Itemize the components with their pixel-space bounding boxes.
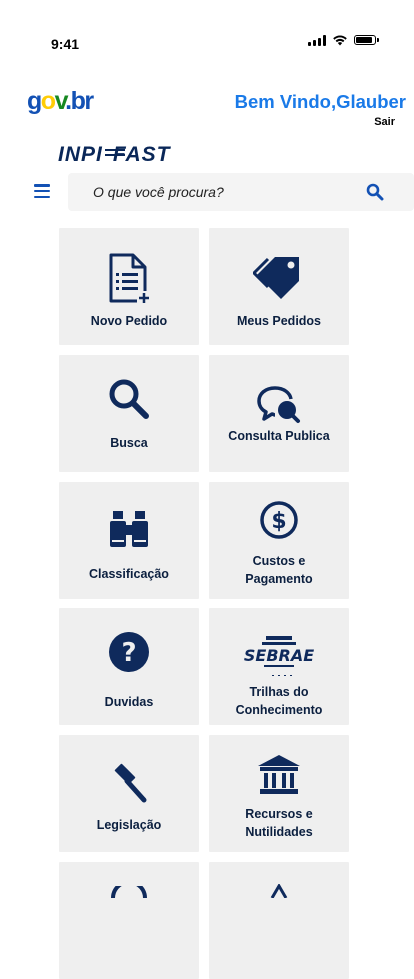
tile-label: Busca xyxy=(110,436,148,450)
tile-label-line1: Trilhas do xyxy=(249,685,309,699)
tile-partial-left[interactable] xyxy=(59,862,199,979)
svg-text:$: $ xyxy=(271,509,286,534)
status-time: 9:41 xyxy=(51,36,80,52)
welcome-text: Bem Vindo,Glauber xyxy=(234,91,406,112)
tile-label: Meus Pedidos xyxy=(236,314,322,328)
brand-fast: FAST xyxy=(104,143,171,167)
bank-icon xyxy=(258,755,300,794)
battery-icon xyxy=(354,35,379,45)
tile-classificacao[interactable]: Classificação xyxy=(59,482,199,599)
wifi-icon xyxy=(333,35,347,46)
tile-label: Legislação xyxy=(96,818,162,832)
brand-inpi: INPI xyxy=(58,143,103,166)
chat-search-icon xyxy=(257,386,300,423)
logout-link[interactable]: Sair xyxy=(374,116,395,128)
tile-custos-pagamento[interactable]: $ Custos e Pagamento xyxy=(209,482,349,599)
tile-novo-pedido[interactable]: Novo Pedido xyxy=(59,228,199,345)
tile-label: Classificação xyxy=(89,567,169,581)
header: gov.br Bem Vindo,Glauber Sair xyxy=(0,80,414,140)
question-icon: ? xyxy=(109,632,149,672)
magnifier-icon xyxy=(109,379,149,419)
tile-label: Duvidas xyxy=(104,695,154,709)
search-bar xyxy=(68,173,414,211)
sebrae-logo: SEBRAE xyxy=(244,636,314,676)
tile-partial-right[interactable] xyxy=(209,862,349,979)
status-icons xyxy=(308,34,379,46)
tile-label-line1: Recursos e xyxy=(245,807,313,821)
tile-label-line1: Custos e xyxy=(252,554,306,568)
tile-busca[interactable]: Busca xyxy=(59,355,199,472)
binoculars-icon xyxy=(110,511,148,547)
gavel-icon xyxy=(114,763,147,803)
svg-text:?: ? xyxy=(121,638,136,668)
tile-recursos-nutilidades[interactable]: Recursos e Nutilidades xyxy=(209,735,349,852)
speed-lines-icon xyxy=(104,149,125,161)
signal-icon xyxy=(308,34,326,46)
tile-consulta-publica[interactable]: Consulta Publica xyxy=(209,355,349,472)
new-document-icon xyxy=(109,253,151,305)
inpi-fast-logo: INPI FAST xyxy=(58,141,171,169)
tile-trilhas-conhecimento[interactable]: SEBRAE Trilhas do Conhecimento xyxy=(209,608,349,725)
circle-icon xyxy=(111,886,147,898)
tile-legislacao[interactable]: Legislação xyxy=(59,735,199,852)
hamburger-menu-icon[interactable] xyxy=(34,184,50,198)
tile-label-line2: Conhecimento xyxy=(235,703,323,717)
dollar-coin-icon: $ xyxy=(260,501,298,539)
govbr-logo[interactable]: gov.br xyxy=(27,87,94,116)
tile-label: Novo Pedido xyxy=(90,314,168,328)
search-icon[interactable] xyxy=(366,183,384,201)
tile-label: Consulta Publica xyxy=(228,429,330,443)
tag-icon xyxy=(253,257,299,299)
svg-text:SEBRAE: SEBRAE xyxy=(244,646,314,665)
tile-duvidas[interactable]: ? Duvidas xyxy=(59,608,199,725)
tile-label-line2: Nutilidades xyxy=(245,825,313,839)
status-bar: 9:41 xyxy=(0,0,414,80)
tile-meus-pedidos[interactable]: Meus Pedidos xyxy=(209,228,349,345)
tile-label-line2: Pagamento xyxy=(245,572,313,586)
search-input[interactable] xyxy=(91,183,355,201)
